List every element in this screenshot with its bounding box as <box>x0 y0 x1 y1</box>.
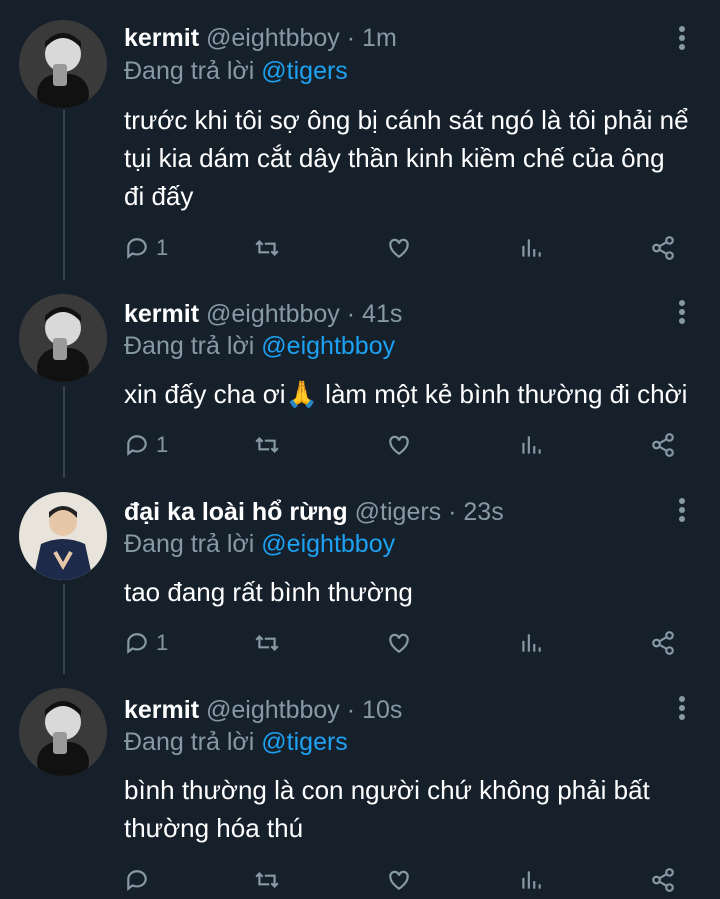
display-name[interactable]: đại ka loài hổ rừng <box>124 498 348 526</box>
display-name[interactable]: kermit <box>124 696 199 724</box>
retweet-button[interactable] <box>254 429 280 461</box>
timestamp[interactable]: 41s <box>362 300 402 328</box>
reply-to-mention[interactable]: @tigers <box>261 728 348 756</box>
share-button[interactable] <box>650 627 676 659</box>
reply-count: 1 <box>156 630 169 655</box>
reply-count: 1 <box>156 235 169 260</box>
tweet-text: xin đấy cha ơi🙏 làm một kẻ bình thường đ… <box>124 375 704 413</box>
timestamp[interactable]: 1m <box>362 24 397 52</box>
heart-icon <box>389 633 409 653</box>
reply-icon <box>127 633 147 654</box>
retweet-icon <box>255 436 279 454</box>
heart-icon <box>389 238 409 258</box>
stats-icon <box>522 436 541 454</box>
avatar[interactable] <box>19 20 107 108</box>
timestamp[interactable]: 10s <box>362 696 402 724</box>
more-vertical-icon[interactable] <box>674 498 690 526</box>
display-name[interactable]: kermit <box>124 24 199 52</box>
share-icon <box>652 631 674 655</box>
avatar[interactable] <box>19 294 107 382</box>
reply-icon <box>127 870 147 891</box>
share-icon <box>652 433 674 457</box>
retweet-icon <box>255 239 279 257</box>
share-icon <box>652 236 674 260</box>
reply-icon <box>127 238 147 259</box>
replying-label: Đang trả lời <box>124 332 255 360</box>
reply-count: 1 <box>156 432 169 457</box>
tweet-text-line: xin đấy cha ơi🙏 làm một kẻ bình thường đ… <box>124 379 688 409</box>
display-name[interactable]: kermit <box>124 300 199 328</box>
tweet-text: bình thường là con người chứ không phải … <box>124 771 704 847</box>
tweet-text-line: thường hóa thú <box>124 813 304 843</box>
tweet-actions <box>0 864 720 896</box>
tweet[interactable]: kermit @eightbboy · 41s Đang trả lời @ei… <box>0 276 720 476</box>
reply-button[interactable]: 1 <box>124 627 168 659</box>
like-button[interactable] <box>386 627 412 659</box>
retweet-icon <box>255 634 279 652</box>
heart-icon <box>389 870 409 890</box>
reply-to-mention[interactable]: @eightbboy <box>261 530 395 558</box>
avatar[interactable] <box>19 492 107 580</box>
tweet-text-line: đi đấy <box>124 181 194 211</box>
reply-to-mention[interactable]: @eightbboy <box>261 332 395 360</box>
heart-icon <box>389 435 409 455</box>
tweet-text-line: bình thường là con người chứ không phải … <box>124 775 650 805</box>
stats-button[interactable] <box>518 429 544 461</box>
share-button[interactable] <box>650 864 676 896</box>
reply-to-mention[interactable]: @tigers <box>261 57 348 85</box>
tweet[interactable]: đại ka loài hổ rừng @tigers · 23s Đang t… <box>0 474 720 674</box>
tweet-text: tao đang rất bình thường <box>124 573 704 611</box>
like-button[interactable] <box>386 232 412 264</box>
reply-button[interactable]: 1 <box>124 232 168 264</box>
share-icon <box>652 868 674 892</box>
tweet-text-line: tao đang rất bình thường <box>124 577 413 607</box>
reply-button[interactable] <box>124 864 156 896</box>
retweet-button[interactable] <box>254 864 280 896</box>
timestamp[interactable]: 23s <box>463 498 503 526</box>
retweet-button[interactable] <box>254 232 280 264</box>
like-button[interactable] <box>386 429 412 461</box>
replying-label: Đang trả lời <box>124 57 255 85</box>
tweet[interactable]: kermit @eightbboy · 10s Đang trả lời @ti… <box>0 672 720 899</box>
tweet-text-line: trước khi tôi sợ ông bị cánh sát ngó là … <box>124 105 689 135</box>
separator: · <box>346 24 356 52</box>
tweet[interactable]: kermit @eightbboy · 1m Đang trả lời @tig… <box>0 0 720 280</box>
separator: · <box>448 498 457 526</box>
stats-button[interactable] <box>518 232 544 264</box>
stats-icon <box>522 239 541 257</box>
handle[interactable]: @tigers <box>355 498 442 526</box>
tweet-actions: 1 <box>0 232 720 264</box>
stats-button[interactable] <box>518 627 544 659</box>
separator: · <box>346 300 356 328</box>
handle[interactable]: @eightbboy <box>206 300 340 328</box>
tweet-text-line: tụi kia dám cắt dây thần kinh kiềm chế c… <box>124 143 665 173</box>
more-vertical-icon[interactable] <box>674 300 690 328</box>
share-button[interactable] <box>650 232 676 264</box>
retweet-button[interactable] <box>254 627 280 659</box>
handle[interactable]: @eightbboy <box>206 24 340 52</box>
stats-icon <box>522 871 541 889</box>
stats-icon <box>522 634 541 652</box>
like-button[interactable] <box>386 864 412 896</box>
handle[interactable]: @eightbboy <box>206 696 340 724</box>
avatar[interactable] <box>19 688 107 776</box>
separator: · <box>346 696 356 724</box>
retweet-icon <box>255 871 279 889</box>
reply-icon <box>127 435 147 456</box>
stats-button[interactable] <box>518 864 544 896</box>
reply-button[interactable]: 1 <box>124 429 168 461</box>
more-vertical-icon[interactable] <box>674 696 690 724</box>
tweet-actions: 1 <box>0 429 720 461</box>
replying-label: Đang trả lời <box>124 728 255 756</box>
replying-label: Đang trả lời <box>124 530 255 558</box>
tweet-actions: 1 <box>0 627 720 659</box>
tweet-text: trước khi tôi sợ ông bị cánh sát ngó là … <box>124 101 704 215</box>
share-button[interactable] <box>650 429 676 461</box>
more-vertical-icon[interactable] <box>674 26 690 54</box>
